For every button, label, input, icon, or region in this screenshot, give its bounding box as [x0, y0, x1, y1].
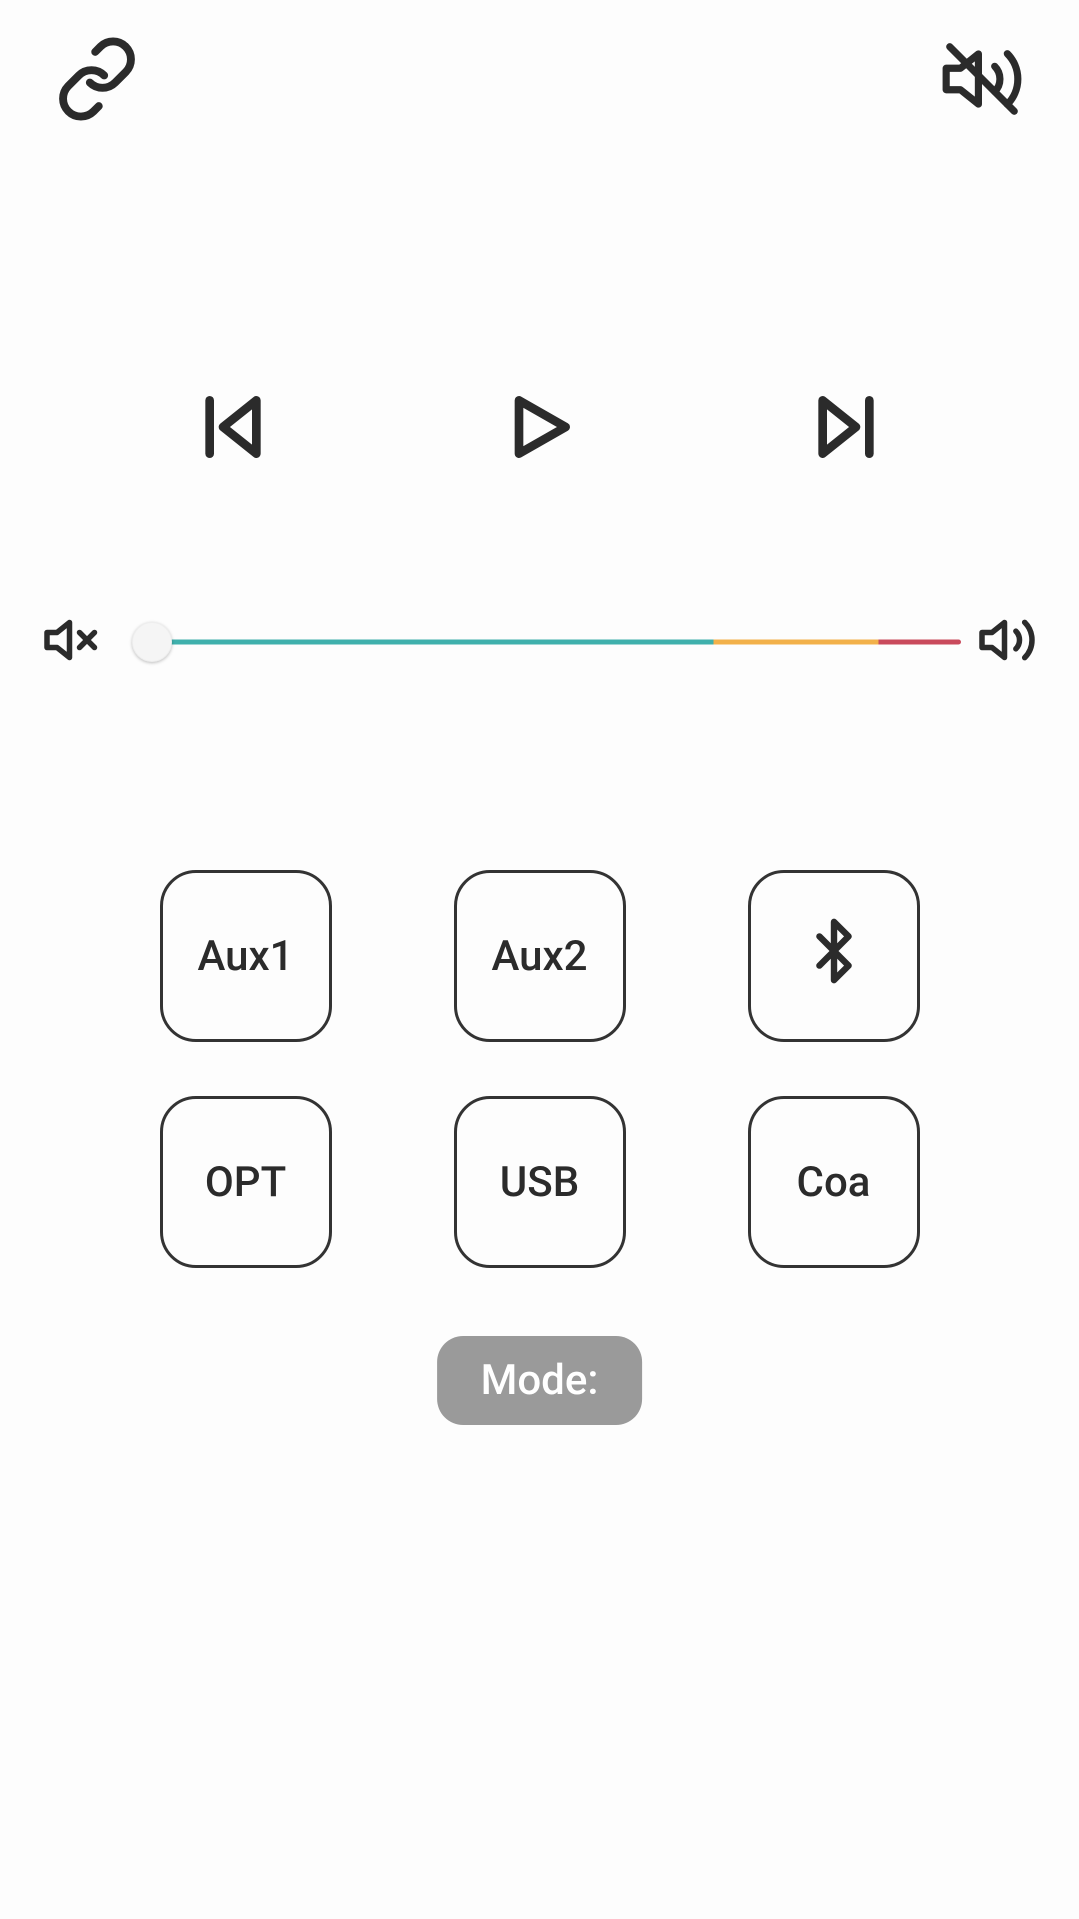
source-label: Coa	[797, 1158, 871, 1207]
playback-controls	[0, 384, 1079, 474]
bluetooth-icon	[799, 916, 869, 997]
previous-button[interactable]	[188, 384, 278, 474]
volume-row	[0, 608, 1079, 676]
volume-slider[interactable]	[118, 622, 961, 662]
source-grid: Aux1 Aux2 OPT USB Coa	[0, 870, 1079, 1268]
volume-min-button[interactable]	[38, 608, 106, 676]
source-aux1[interactable]: Aux1	[160, 870, 332, 1042]
source-bluetooth[interactable]	[748, 870, 920, 1042]
volume-mute-slash-icon	[939, 36, 1025, 126]
previous-track-icon	[193, 387, 273, 471]
link-icon	[54, 36, 140, 126]
top-bar	[0, 36, 1079, 126]
volume-track	[136, 640, 961, 645]
mute-button[interactable]	[939, 38, 1025, 124]
source-label: Aux2	[492, 932, 588, 981]
source-label: Aux1	[198, 932, 294, 981]
source-label: USB	[500, 1158, 579, 1207]
source-opt[interactable]: OPT	[160, 1096, 332, 1268]
source-label: OPT	[205, 1158, 286, 1207]
volume-high-icon	[977, 610, 1037, 674]
mode-indicator: Mode:	[437, 1336, 643, 1425]
volume-thumb[interactable]	[132, 622, 172, 662]
next-track-icon	[806, 387, 886, 471]
volume-off-icon	[42, 610, 102, 674]
link-button[interactable]	[54, 38, 140, 124]
next-button[interactable]	[801, 384, 891, 474]
mode-label: Mode:	[481, 1356, 599, 1405]
play-button[interactable]	[494, 384, 584, 474]
play-icon	[499, 387, 579, 471]
source-usb[interactable]: USB	[454, 1096, 626, 1268]
volume-max-button[interactable]	[973, 608, 1041, 676]
source-coa[interactable]: Coa	[748, 1096, 920, 1268]
source-aux2[interactable]: Aux2	[454, 870, 626, 1042]
